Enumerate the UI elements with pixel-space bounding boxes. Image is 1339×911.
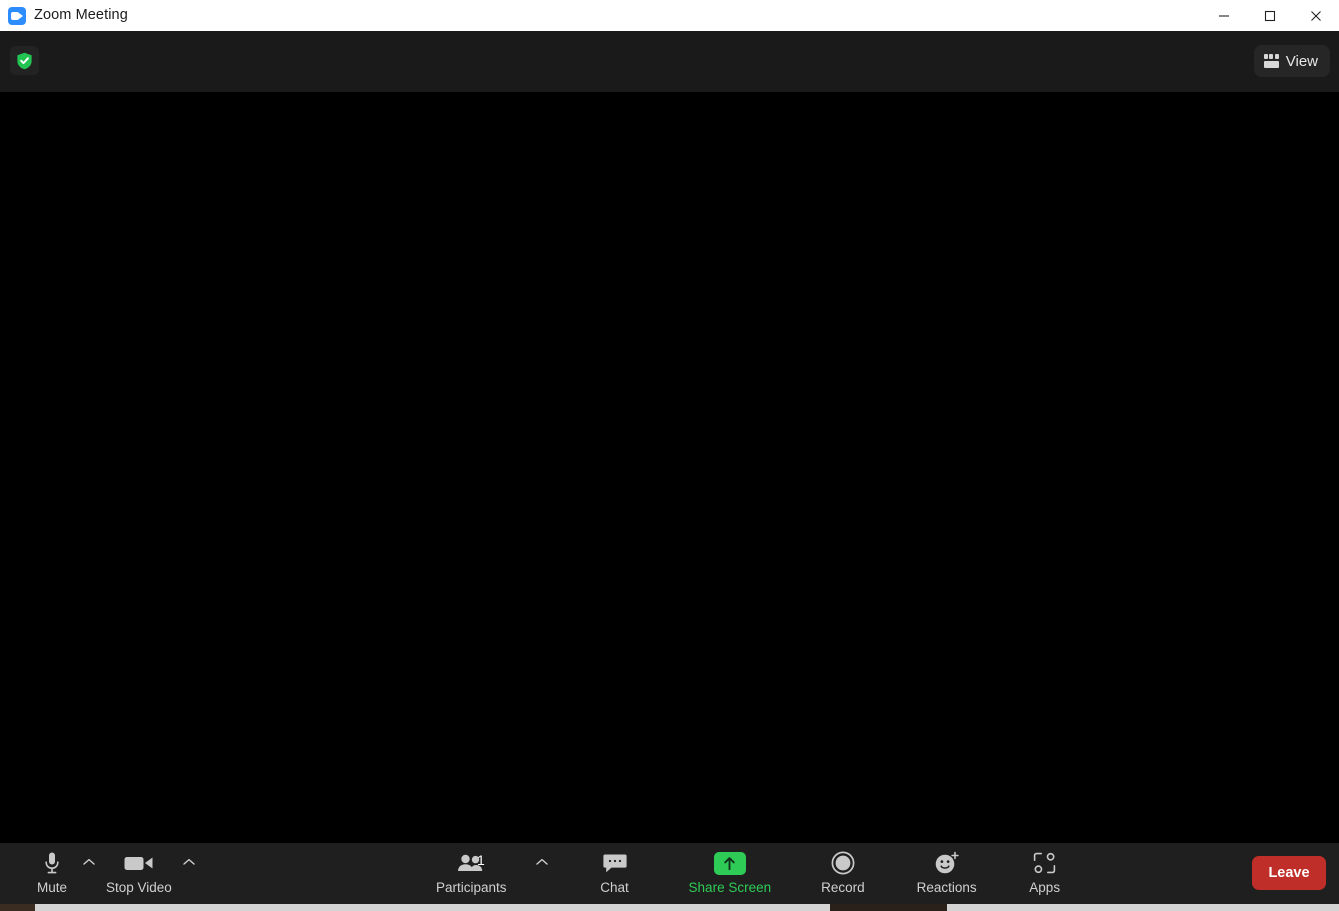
stop-video-button-label: Stop Video [106,880,172,895]
reactions-button[interactable]: Reactions [909,843,985,895]
title-bar-left: Zoom Meeting [0,0,128,31]
leave-button[interactable]: Leave [1252,856,1326,890]
record-circle-icon [831,851,855,875]
bottom-strip-nub [0,904,35,911]
participants-button[interactable]: Participants 1 [428,843,515,895]
meeting-toolbar: Mute Stop Video Participants 1 Chat Shar… [0,843,1339,904]
chat-bubble-icon [602,851,627,875]
video-stage [0,92,1339,843]
minimize-icon[interactable] [1201,0,1247,31]
participants-options-chevron-up-icon[interactable] [533,843,551,877]
reactions-button-label: Reactions [916,880,977,895]
participants-button-label: Participants [436,880,507,895]
share-screen-button-label: Share Screen [688,880,772,895]
shield-check-icon[interactable] [10,46,39,75]
mute-button[interactable]: Mute [24,843,80,895]
window-controls [1201,0,1339,31]
apps-bracket-icon [1033,851,1056,875]
mute-button-label: Mute [36,880,67,895]
view-button[interactable]: View [1253,45,1330,77]
meeting-header-bar: View [0,31,1339,92]
grid-layout-icon [1263,54,1279,68]
chat-button[interactable]: Chat [587,843,643,895]
window-title-bar: Zoom Meeting [0,0,1339,31]
horizontal-scrollbar-thumb[interactable] [830,904,947,911]
video-options-chevron-up-icon[interactable] [180,843,198,877]
bottom-strip [0,904,1339,911]
toolbar-left-group: Mute Stop Video [24,843,198,904]
horizontal-scrollbar-track[interactable] [35,904,1339,911]
video-camera-icon [124,851,154,875]
smiley-plus-icon [934,851,960,875]
apps-button-label: Apps [1029,880,1061,895]
view-button-label: View [1285,52,1318,70]
zoom-meeting-window: Zoom Meeting View Mute Stop Video Partic… [0,0,1339,911]
share-screen-button[interactable]: Share Screen [681,843,780,895]
toolbar-center-group: Participants 1 Chat Share Screen Record … [428,843,1073,904]
maximize-icon[interactable] [1247,0,1293,31]
record-button-label: Record [821,880,865,895]
record-button[interactable]: Record [813,843,873,895]
window-title: Zoom Meeting [34,7,128,23]
leave-button-label: Leave [1268,865,1310,881]
mute-options-chevron-up-icon[interactable] [80,843,98,877]
apps-button[interactable]: Apps [1017,843,1073,895]
chat-button-label: Chat [600,880,629,895]
stop-video-button[interactable]: Stop Video [98,843,180,895]
share-arrow-up-icon [713,851,746,875]
participants-count: 1 [477,852,485,868]
zoom-video-icon [8,6,26,25]
microphone-icon [43,851,61,875]
close-icon[interactable] [1293,0,1339,31]
